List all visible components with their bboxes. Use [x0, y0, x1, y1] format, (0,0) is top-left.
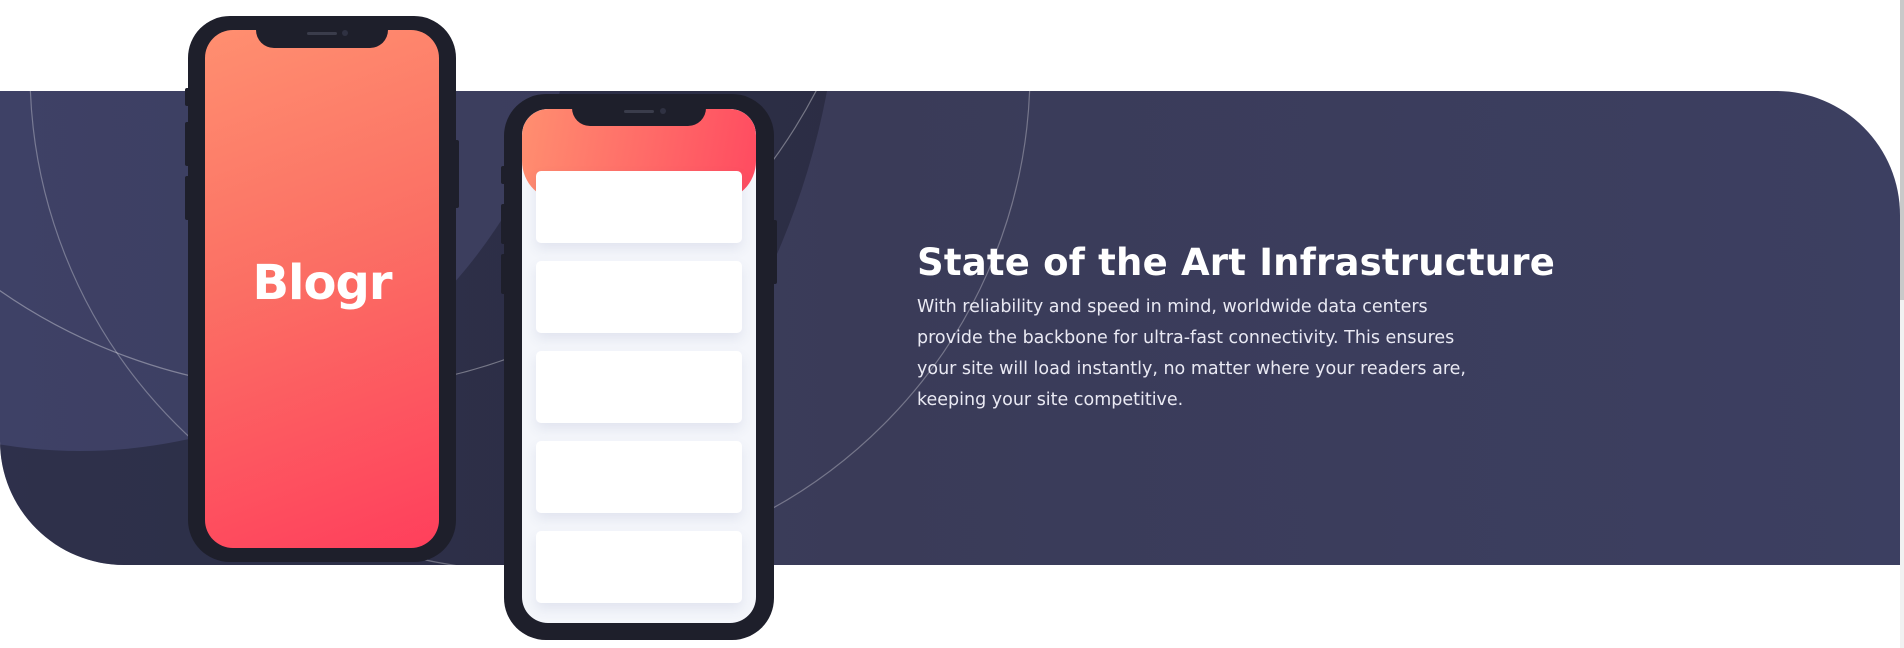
- phone-notch: [256, 16, 388, 48]
- phone-side-button: [501, 166, 506, 184]
- phone-notch: [572, 94, 706, 126]
- phone-power-button: [454, 140, 459, 208]
- speaker-icon: [624, 110, 654, 113]
- section-description: With reliability and speed in mind, worl…: [917, 297, 1466, 410]
- phone-volume-down-button: [501, 254, 506, 294]
- phone-volume-up-button: [185, 122, 190, 166]
- section-title: State of the Art Infrastructure: [917, 241, 1556, 284]
- phone-screen-right: [522, 109, 756, 623]
- content-card: [536, 531, 742, 603]
- phone-power-button: [772, 220, 777, 284]
- content-card: [536, 261, 742, 333]
- scrollbar[interactable]: [1900, 0, 1904, 648]
- phone-screen-left: Blogr: [205, 30, 439, 548]
- scrollbar-thumb[interactable]: [1900, 0, 1904, 300]
- phone-volume-down-button: [185, 176, 190, 220]
- camera-icon: [342, 30, 348, 36]
- phone-mockup-right: [504, 94, 774, 640]
- phone-volume-up-button: [501, 204, 506, 244]
- page: Blogr State of the Art Infrastructure Wi…: [0, 0, 1904, 648]
- content-card: [536, 351, 742, 423]
- phone-side-button: [185, 88, 190, 106]
- speaker-icon: [307, 32, 337, 35]
- content-card: [536, 171, 742, 243]
- brand-logo: Blogr: [252, 255, 392, 311]
- camera-icon: [660, 108, 666, 114]
- content-card: [536, 441, 742, 513]
- phone-mockup-left: Blogr: [188, 16, 456, 562]
